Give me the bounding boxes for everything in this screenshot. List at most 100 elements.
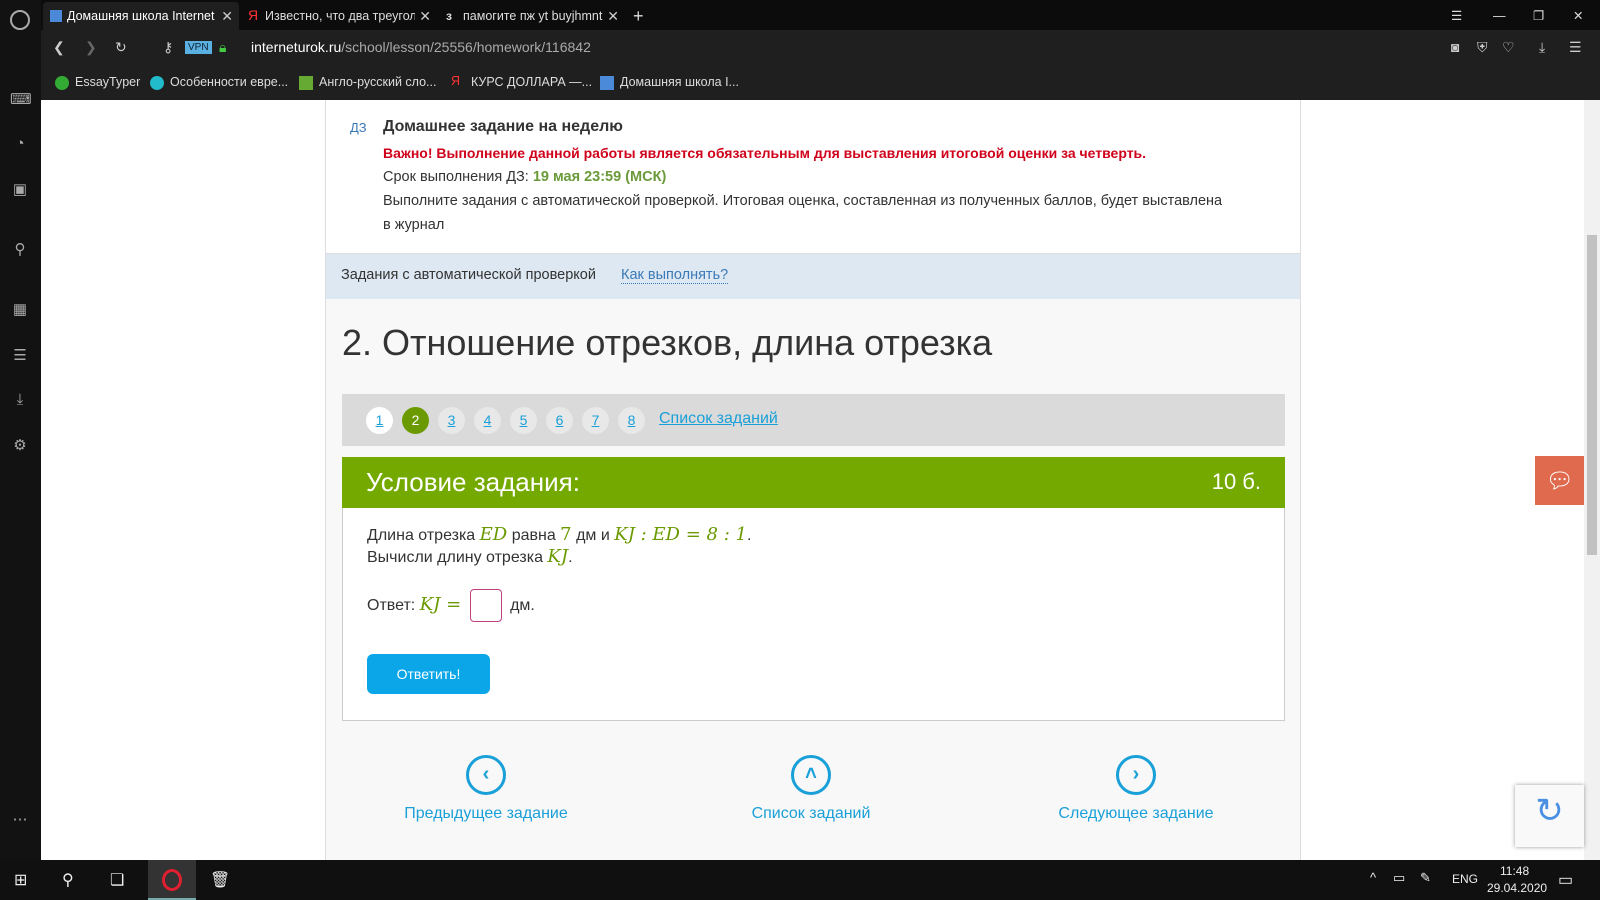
bookmark-interneturok[interactable]: Домашняя школа I... — [600, 75, 739, 90]
prev-task-link[interactable]: ‹ Предыдущее задание — [366, 755, 606, 823]
tab-znanija[interactable]: з памогите пж yt buyjhmnt ✕ — [439, 2, 625, 30]
forward-icon[interactable]: ❯ — [85, 39, 97, 56]
news-icon[interactable]: ☰ — [10, 346, 30, 366]
bookmark-dictionary[interactable]: Англо-русский сло... — [299, 75, 437, 90]
shield-icon[interactable]: ⛨ — [1477, 39, 1488, 56]
bookmark-label: Англо-русский сло... — [319, 75, 437, 89]
math-ed: ED — [479, 524, 508, 545]
submit-answer-button[interactable]: Ответить! — [367, 654, 490, 694]
apps-icon[interactable]: ▦ — [10, 300, 30, 320]
task-body: Длина отрезка ED равна 7 дм и KJ : ED = … — [342, 508, 1285, 721]
tab-yandex[interactable]: Я Известно, что два треугол ✕ — [241, 2, 437, 30]
pen-icon — [55, 76, 69, 90]
band-label: Задания с автоматической проверкой — [341, 267, 596, 283]
search-icon[interactable]: ⚲ — [10, 240, 30, 260]
znanija-icon: з — [446, 9, 452, 23]
speed-dial-icon[interactable]: ◔ — [10, 134, 30, 154]
chat-button[interactable]: 💬︎ — [1535, 456, 1584, 505]
opera-logo-icon[interactable] — [10, 10, 30, 30]
how-to-link[interactable]: Как выполнять? — [621, 267, 729, 284]
task-header-title: Условие задания: — [366, 467, 580, 497]
task-list-nav-link[interactable]: ˄ Список заданий — [691, 755, 931, 823]
text: дм и — [576, 527, 610, 544]
scrollbar-thumb[interactable] — [1587, 235, 1597, 555]
battery-icon[interactable]: ▭ — [1393, 870, 1405, 886]
clock-time[interactable]: 11:48 — [1500, 864, 1529, 878]
pen-icon[interactable]: ✎ — [1420, 870, 1431, 886]
snapshot-icon[interactable]: ◙ — [1451, 39, 1459, 55]
favicon-icon — [600, 76, 614, 90]
menu-icon[interactable]: ☰ — [1569, 39, 1582, 56]
lock-icon[interactable]: 🔒︎ — [219, 39, 226, 56]
page-7[interactable]: 7 — [582, 407, 609, 434]
url-path: /school/lesson/25556/homework/116842 — [341, 39, 591, 55]
answer-input[interactable] — [469, 589, 502, 623]
text: Длина отрезка — [367, 527, 476, 544]
taskbar-search-icon[interactable]: ⚲ — [62, 870, 74, 890]
tray-chevron-icon[interactable]: ^ — [1370, 870, 1376, 885]
vpn-badge[interactable]: VPN — [185, 41, 212, 54]
chevron-up-icon: ˄ — [791, 755, 831, 795]
description-line1: Выполните задания с автоматической прове… — [383, 193, 1223, 209]
math-ratio: KJ : ED = 8 : 1 — [614, 524, 747, 545]
language-indicator[interactable]: ENG — [1452, 872, 1478, 886]
more-icon[interactable]: ⋯ — [10, 810, 30, 830]
auto-check-band: Задания с автоматической проверкой Как в… — [326, 254, 1300, 299]
deadline: Срок выполнения ДЗ: 19 мая 23:59 (МСК) — [383, 169, 666, 185]
maximize-button[interactable]: ❐ — [1533, 2, 1544, 30]
taskbar-app-icon[interactable]: 🗑︎ — [210, 870, 230, 890]
close-window-button[interactable]: ✕ — [1573, 2, 1583, 30]
taskbar-opera[interactable] — [148, 860, 196, 900]
minimize-button[interactable]: — — [1493, 2, 1506, 30]
page-scrollbar[interactable] — [1584, 100, 1600, 860]
address-bar: ❮ ❯ ↻ ⚷ VPN 🔒︎ interneturok.ru/school/le… — [41, 30, 1600, 66]
task-view-icon[interactable]: ❏ — [110, 870, 124, 890]
opera-sidebar: ⌨ ◔ ▣ ⚲ ▦ ☰ ⤓ ⚙ ⋯ — [0, 0, 41, 860]
page-3[interactable]: 3 — [438, 407, 465, 434]
bookmark-dollar[interactable]: Я КУРС ДОЛЛАРА —... — [451, 74, 592, 89]
close-tab-icon[interactable]: ✕ — [217, 2, 233, 30]
heart-icon[interactable]: ♡ — [1502, 39, 1515, 56]
math-kj: KJ — [547, 546, 569, 567]
math-7: 7 — [560, 524, 572, 545]
settings-icon[interactable]: ⚙ — [10, 436, 30, 456]
bookmark-essaytyper[interactable]: EssayTyper — [55, 75, 140, 90]
task-header: Условие задания: 10 б. — [342, 457, 1285, 508]
close-tab-icon[interactable]: ✕ — [603, 2, 619, 30]
url-input[interactable]: interneturok.ru/school/lesson/25556/home… — [251, 39, 591, 55]
page-5[interactable]: 5 — [510, 407, 537, 434]
next-task-link[interactable]: › Следующее задание — [1016, 755, 1256, 823]
notifications-icon[interactable]: ▭ — [1558, 870, 1573, 890]
bookmark-osobennosti[interactable]: Особенности евре... — [150, 75, 288, 90]
page-8[interactable]: 8 — [618, 407, 645, 434]
unit-label: дм. — [510, 597, 535, 614]
close-tab-icon[interactable]: ✕ — [415, 2, 431, 30]
new-tab-button[interactable]: + — [627, 2, 651, 30]
clock-date[interactable]: 29.04.2020 — [1487, 881, 1547, 895]
windows-start-icon[interactable]: ⊞ — [14, 870, 27, 890]
chat-icon: 💬︎ — [1545, 468, 1574, 493]
page-2-current[interactable]: 2 — [402, 407, 429, 434]
page-4[interactable]: 4 — [474, 407, 501, 434]
reload-icon[interactable]: ↻ — [115, 39, 127, 56]
task-line-1: Длина отрезка ED равна 7 дм и KJ : ED = … — [367, 524, 752, 545]
twitch-icon[interactable]: ▣ — [10, 180, 30, 200]
gamepad-icon[interactable]: ⌨ — [10, 90, 32, 110]
download-icon[interactable]: ⤓ — [10, 390, 30, 410]
back-icon[interactable]: ❮ — [53, 39, 65, 56]
recaptcha-badge[interactable]: ↻ — [1515, 785, 1584, 847]
description-line2: в журнал — [383, 217, 445, 233]
task-line-2: Вычисли длину отрезка KJ. — [367, 546, 573, 567]
bookmark-label: Домашняя школа I... — [620, 75, 739, 89]
page-6[interactable]: 6 — [546, 407, 573, 434]
tab-interneturok[interactable]: Домашняя школа Internet ✕ — [43, 2, 239, 30]
avatar-icon — [150, 76, 164, 90]
page-1[interactable]: 1 — [366, 407, 393, 434]
math-kj-eq: KJ = — [419, 594, 462, 615]
tab-menu-icon[interactable]: ☰ — [1451, 2, 1462, 30]
task-list-link[interactable]: Список заданий — [659, 410, 778, 428]
answer-row: Ответ: KJ = дм. — [367, 588, 535, 623]
key-icon[interactable]: ⚷ — [163, 39, 173, 56]
favicon-icon — [50, 10, 62, 22]
downloads-icon[interactable]: ⤓ — [1539, 39, 1545, 56]
